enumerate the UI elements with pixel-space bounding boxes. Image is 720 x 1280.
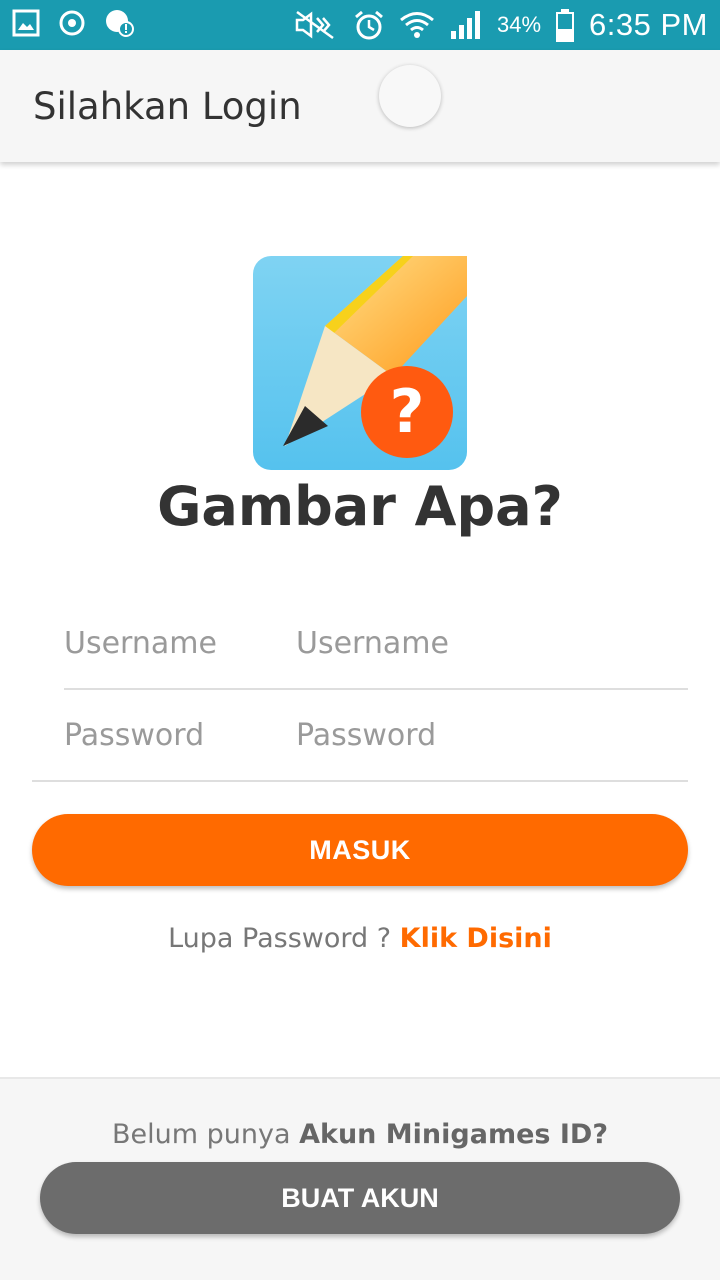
- signup-prompt: Belum punya Akun Minigames ID?: [0, 1119, 720, 1150]
- pencil-question-icon: ?: [253, 256, 467, 470]
- battery-percent: 34%: [497, 12, 542, 37]
- svg-text:?: ?: [390, 377, 425, 447]
- password-input[interactable]: [296, 710, 676, 760]
- app-bar: Silahkan Login: [0, 50, 720, 162]
- username-input[interactable]: [296, 618, 676, 668]
- page-title: Silahkan Login: [33, 85, 302, 128]
- status-bar-left: [12, 8, 134, 38]
- signup-prompt-text: Belum punya: [112, 1119, 300, 1150]
- forgot-password-link[interactable]: Klik Disini: [400, 923, 552, 954]
- login-button[interactable]: MASUK: [32, 814, 688, 886]
- password-field: Password: [32, 690, 688, 782]
- battery-icon: [556, 9, 575, 42]
- username-label: Username: [64, 626, 217, 661]
- signup-prompt-strong: Akun Minigames ID?: [299, 1119, 608, 1150]
- forgot-password-text: Lupa Password ?: [168, 923, 400, 954]
- status-bar: 34% 6:35 PM: [0, 0, 720, 50]
- wifi-icon: [400, 12, 434, 38]
- media-icon: [59, 10, 85, 36]
- clock: 6:35 PM: [589, 7, 708, 42]
- forgot-password: Lupa Password ? Klik Disini: [0, 923, 720, 954]
- create-account-button[interactable]: BUAT AKUN: [40, 1162, 680, 1234]
- app-name: Gambar Apa?: [157, 475, 563, 538]
- gallery-icon: [12, 9, 40, 37]
- notification-icon: [106, 10, 134, 37]
- alarm-icon: [355, 10, 383, 40]
- app-logo: ?: [253, 256, 467, 470]
- signup-panel: Belum punya Akun Minigames ID? BUAT AKUN: [0, 1077, 720, 1280]
- username-field: Username: [64, 598, 688, 690]
- status-bar-right: 34% 6:35 PM: [293, 6, 708, 44]
- loading-indicator: [379, 65, 441, 127]
- password-label: Password: [64, 718, 205, 753]
- mute-icon: [295, 10, 334, 40]
- signal-icon: [451, 11, 480, 39]
